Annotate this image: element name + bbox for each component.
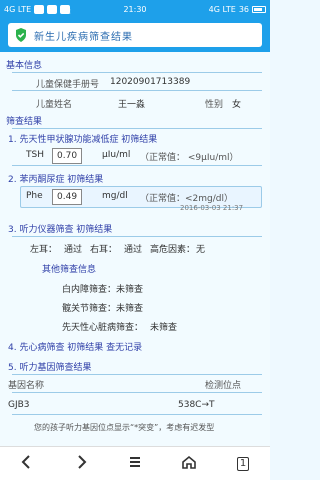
right-ear-label: 右耳：	[90, 245, 118, 255]
home-button[interactable]	[175, 450, 203, 478]
divider	[12, 374, 262, 375]
risk-label: 高危因素：	[150, 245, 196, 255]
hearing-title: 3. 听力仪器筛查 初筛结果	[8, 225, 113, 235]
phe-title: 2. 苯丙酮尿症 初筛结果	[8, 175, 104, 185]
hip-value: 未筛查	[116, 304, 144, 314]
phe-value: 0.49	[52, 189, 83, 205]
divider	[12, 90, 262, 91]
screening-id-label: 儿童保健手册号	[36, 80, 100, 90]
gene-name-label: 基因名称	[8, 381, 45, 391]
divider	[12, 414, 262, 415]
divider	[12, 236, 262, 237]
phe-unit: mg/dl	[102, 191, 128, 201]
other-screening-title: 其他筛查信息	[42, 265, 97, 275]
heart-label: 先天性心脏病筛查：	[62, 323, 144, 333]
home-icon	[181, 454, 197, 474]
phe-normal: （正常值：<2mg/dl）	[140, 194, 233, 204]
phe-timestamp: 2016-03-03 21:37	[180, 204, 244, 212]
browser-bottom-nav: 1	[0, 446, 270, 480]
divider	[12, 165, 262, 166]
back-icon	[19, 454, 35, 474]
divider	[12, 72, 262, 73]
shield-icon	[14, 27, 28, 43]
hip-label: 髋关节筛查：	[62, 304, 117, 314]
basic-info-title: 基本信息	[6, 61, 43, 71]
browser-header: 新生儿疾病筛查结果	[0, 18, 270, 52]
child-name-label: 儿童姓名	[36, 100, 73, 110]
right-ear-value: 通过	[124, 245, 143, 255]
tsh-test: TSH	[26, 150, 44, 160]
screening-results-title: 筛查结果	[6, 117, 43, 127]
risk-value: 无	[196, 245, 206, 255]
divider	[12, 128, 262, 129]
tabs-count: 1	[237, 456, 249, 471]
gene-site: 538C→T	[178, 400, 215, 410]
site-label: 检测位点	[205, 381, 242, 391]
divider	[12, 392, 262, 393]
battery-icon	[252, 5, 266, 13]
back-button[interactable]	[13, 450, 41, 478]
child-name-value: 王一淼	[118, 100, 146, 110]
page-title: 新生儿疾病筛查结果	[34, 31, 133, 43]
screening-id-value: 12020901713389	[110, 77, 191, 87]
tsh-unit: μIu/ml	[102, 150, 131, 160]
cataract-value: 未筛查	[116, 285, 144, 295]
menu-button[interactable]	[121, 450, 149, 478]
tsh-normal: （正常值： <9μIu/ml）	[140, 153, 239, 163]
tabs-button[interactable]: 1	[229, 450, 257, 478]
heart-value: 未筛查	[150, 323, 178, 333]
forward-button[interactable]	[67, 450, 95, 478]
report-content: 基本信息 儿童保健手册号 12020901713389 儿童姓名 王一淼 性别 …	[0, 52, 270, 446]
phe-value-box: 0.49	[52, 189, 83, 205]
status-bar: 4G LTE M K ⬚ 21:30 4G LTE 36	[0, 0, 270, 18]
left-ear-value: 通过	[64, 245, 83, 255]
chd-title: 4. 先心病筛查 初筛结果 查无记录	[8, 343, 143, 353]
address-bar[interactable]: 新生儿疾病筛查结果	[8, 23, 262, 47]
tsh-title: 1. 先天性甲状腺功能减低症 初筛结果	[8, 135, 158, 145]
left-ear-label: 左耳：	[30, 245, 58, 255]
gene-name: GJB3	[8, 400, 30, 410]
gene-title: 5. 听力基因筛查结果	[8, 363, 92, 373]
menu-icon	[127, 454, 143, 474]
gender-value: 女	[232, 100, 242, 110]
tsh-value-box: 0.70	[52, 148, 83, 164]
tsh-value: 0.70	[52, 148, 83, 164]
phe-test: Phe	[26, 191, 43, 201]
gene-note: 您的孩子听力基因位点显示“*突变”，考虑有迟发型	[34, 423, 215, 432]
clock: 21:30	[123, 4, 147, 14]
gender-label: 性别	[205, 100, 224, 110]
cataract-label: 白内障筛查：	[62, 285, 117, 295]
forward-icon	[73, 454, 89, 474]
